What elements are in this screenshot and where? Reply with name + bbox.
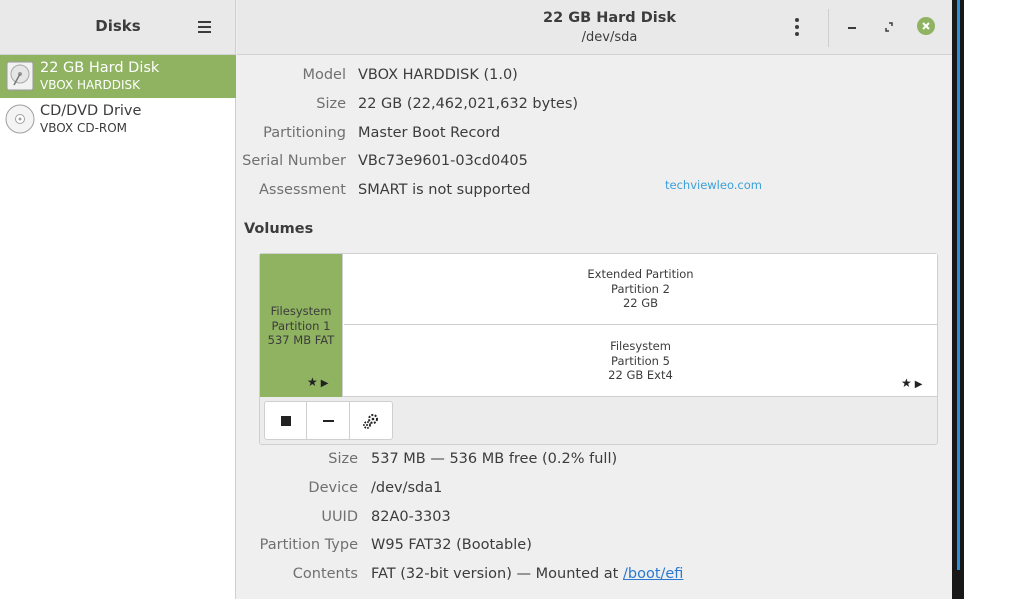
property-label: Size xyxy=(328,451,358,467)
property-label: Assessment xyxy=(259,182,346,198)
star-icon: ★ xyxy=(901,376,912,390)
property-value: 537 MB — 536 MB free (0.2% full) xyxy=(371,451,618,467)
close-icon xyxy=(922,22,930,30)
accent-border xyxy=(957,0,960,570)
property-label: Contents xyxy=(292,566,358,582)
mount-point-link[interactable]: /boot/efi xyxy=(623,566,683,582)
property-value: W95 FAT32 (Bootable) xyxy=(371,537,532,553)
stop-icon xyxy=(280,415,291,426)
maximize-button[interactable] xyxy=(877,14,901,40)
property-value: /dev/sda1 xyxy=(371,480,443,496)
volume-row-partition-type: Partition Type W95 FAT32 (Bootable) xyxy=(237,537,952,559)
property-value: VBc73e9601-03cd0405 xyxy=(358,153,528,169)
property-value: 82A0-3303 xyxy=(371,509,451,525)
partition-size-label: 22 GB Ext4 xyxy=(608,368,673,382)
play-triangle-icon: ▶ xyxy=(320,378,329,389)
volume-row-uuid: UUID 82A0-3303 xyxy=(237,509,952,531)
desktop-background xyxy=(964,0,1024,599)
minus-icon xyxy=(322,419,334,422)
disk-model: VBOX CD-ROM xyxy=(40,121,128,135)
partition-type-label: Extended Partition xyxy=(587,267,694,281)
property-label: Model xyxy=(302,67,346,83)
partition-1-block[interactable]: Filesystem Partition 1 537 MB FAT ★ ▶ xyxy=(260,254,343,397)
vertical-dots-icon xyxy=(795,18,799,22)
partition-5-block[interactable]: Filesystem Partition 5 22 GB Ext4 ★ ▶ xyxy=(344,326,937,397)
disks-sidebar: Disks 22 GB Hard Disk VBOX HARDDISK CD/D… xyxy=(0,0,236,599)
sidebar-header: Disks xyxy=(0,0,235,55)
sidebar-item-cd-dvd-drive[interactable]: CD/DVD Drive VBOX CD-ROM xyxy=(0,98,236,141)
partition-settings-button[interactable] xyxy=(350,402,392,439)
disk-details-panel: Model VBOX HARDDISK (1.0) Size 22 GB (22… xyxy=(237,56,952,599)
play-triangle-icon: ▶ xyxy=(914,379,923,390)
property-label: Device xyxy=(308,480,358,496)
hamburger-menu-button[interactable] xyxy=(190,14,218,40)
minimize-button[interactable] xyxy=(841,14,865,40)
volume-toolbar xyxy=(264,401,393,440)
delete-partition-button[interactable] xyxy=(307,402,350,439)
partition-size-label: 22 GB xyxy=(622,296,659,310)
property-value: Master Boot Record xyxy=(358,125,501,141)
volumes-panel: Filesystem Partition 1 537 MB FAT ★ ▶ Ext… xyxy=(259,253,938,445)
partition-number-label: Partition 5 xyxy=(611,353,670,368)
partition-2-block[interactable]: Extended Partition Partition 2 22 GB xyxy=(344,254,937,325)
volumes-heading: Volumes xyxy=(244,221,314,237)
property-value: FAT (32-bit version) — Mounted at xyxy=(371,566,623,582)
property-label: Partitioning xyxy=(263,125,346,141)
window-edge xyxy=(952,0,964,599)
property-row-serial-number: Serial Number VBc73e9601-03cd0405 xyxy=(237,153,952,175)
volume-row-size: Size 537 MB — 536 MB free (0.2% full) xyxy=(237,451,952,473)
volume-map: Filesystem Partition 1 537 MB FAT ★ ▶ Ext… xyxy=(260,254,937,397)
disk-name: 22 GB Hard Disk xyxy=(40,60,160,76)
property-label: Size xyxy=(316,96,346,112)
volume-row-device: Device /dev/sda1 xyxy=(237,480,952,502)
property-value: 22 GB (22,462,021,632 bytes) xyxy=(358,96,579,112)
drive-options-button[interactable] xyxy=(785,14,809,40)
disk-name: CD/DVD Drive xyxy=(40,103,142,119)
disk-model: VBOX HARDDISK xyxy=(40,78,141,92)
partition-type-label: Filesystem xyxy=(610,339,671,353)
hamburger-menu-icon xyxy=(197,21,211,23)
property-label: Partition Type xyxy=(259,537,358,553)
optical-disc-icon xyxy=(5,104,35,134)
disks-window: Disks 22 GB Hard Disk VBOX HARDDISK CD/D… xyxy=(0,0,952,599)
unmount-button[interactable] xyxy=(265,402,308,439)
watermark-text: techviewleo.com xyxy=(665,178,762,192)
close-button[interactable] xyxy=(917,17,935,35)
property-row-size: Size 22 GB (22,462,021,632 bytes) xyxy=(237,96,952,118)
harddisk-icon xyxy=(6,61,34,91)
gears-icon xyxy=(362,413,378,429)
property-label: Serial Number xyxy=(242,153,346,169)
property-row-model: Model VBOX HARDDISK (1.0) xyxy=(237,67,952,89)
partition-type-label: Filesystem xyxy=(270,304,332,318)
property-label: UUID xyxy=(321,509,358,525)
property-row-partitioning: Partitioning Master Boot Record xyxy=(237,125,952,147)
property-row-assessment: Assessment SMART is not supported xyxy=(237,182,952,204)
partition-size-label: 537 MB FAT xyxy=(267,333,335,347)
header-separator xyxy=(828,9,829,47)
sidebar-item-hard-disk[interactable]: 22 GB Hard Disk VBOX HARDDISK xyxy=(0,55,236,98)
property-value: SMART is not supported xyxy=(358,182,531,198)
star-icon: ★ xyxy=(307,375,318,389)
restore-icon xyxy=(885,22,893,32)
volume-row-contents: Contents FAT (32-bit version) — Mounted … xyxy=(237,566,952,588)
partition-number-label: Partition 1 xyxy=(271,318,331,333)
property-value: VBOX HARDDISK (1.0) xyxy=(358,67,518,83)
partition-number-label: Partition 2 xyxy=(611,281,670,296)
header-bar: 22 GB Hard Disk /dev/sda xyxy=(237,0,952,55)
